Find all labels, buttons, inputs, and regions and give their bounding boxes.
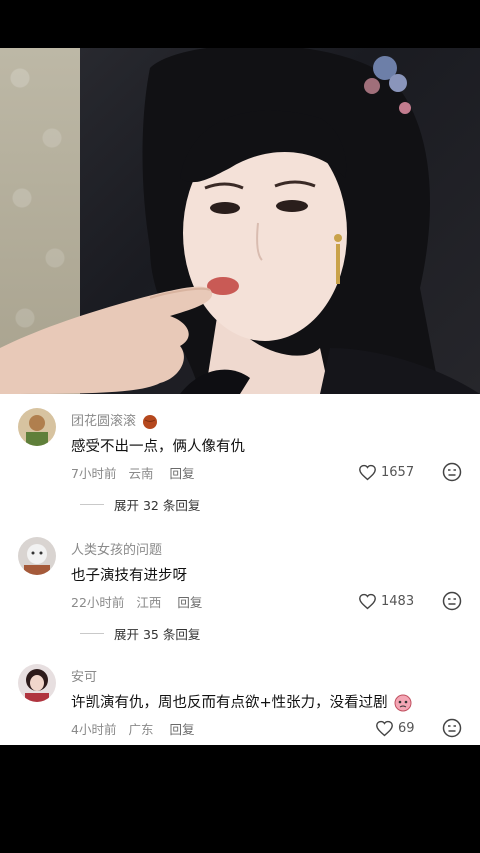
- avatar[interactable]: [18, 664, 56, 702]
- like-button[interactable]: 1483: [358, 592, 414, 610]
- heart-icon: [376, 720, 393, 736]
- like-button[interactable]: 1657: [358, 463, 414, 481]
- like-count: 69: [398, 720, 415, 736]
- expand-replies-button[interactable]: 展开 35 条回复: [80, 624, 200, 643]
- comment-location: 江西: [136, 595, 162, 610]
- heart-icon: [359, 464, 376, 480]
- divider-line: [80, 504, 104, 505]
- like-count: 1657: [381, 464, 415, 480]
- comment-meta: 22小时前 江西 回复: [71, 592, 210, 611]
- comment-username[interactable]: 安可: [71, 666, 97, 685]
- comment-time: 4小时前: [71, 722, 117, 737]
- comment-time: 7小时前: [71, 466, 117, 481]
- comment-location: 广东: [128, 722, 154, 737]
- expand-replies-button[interactable]: 展开 32 条回复: [80, 495, 200, 514]
- comment-text: 感受不出一点，俩人像有仇: [71, 439, 245, 455]
- ball-emoji-icon: [143, 414, 158, 429]
- comment-location: 云南: [128, 466, 154, 481]
- like-count: 1483: [381, 593, 415, 609]
- cry-sticker-icon: [394, 694, 412, 712]
- video-frame[interactable]: [0, 48, 480, 394]
- comment-username[interactable]: 人类女孩的问题: [71, 539, 162, 558]
- dislike-face-icon[interactable]: [442, 718, 462, 738]
- comment-username[interactable]: 团花圆滚滚: [71, 410, 158, 430]
- comment-meta: 7小时前 云南 回复: [71, 463, 202, 482]
- dislike-face-icon[interactable]: [442, 591, 462, 611]
- dislike-face-icon[interactable]: [442, 462, 462, 482]
- avatar[interactable]: [18, 408, 56, 446]
- avatar[interactable]: [18, 537, 56, 575]
- comment-list: 团花圆滚滚 感受不出一点，俩人像有仇 7小时前 云南 回复 1657 展开 32…: [0, 394, 480, 745]
- reply-button[interactable]: 回复: [169, 466, 194, 481]
- comment-text: 也子演技有进步呀: [71, 568, 187, 584]
- comment-time: 22小时前: [71, 595, 125, 610]
- divider-line: [80, 633, 104, 634]
- reply-button[interactable]: 回复: [169, 722, 194, 737]
- comment-meta: 4小时前 广东 回复: [71, 719, 202, 738]
- reply-button[interactable]: 回复: [177, 595, 202, 610]
- heart-icon: [359, 593, 376, 609]
- like-button[interactable]: 69: [375, 719, 415, 737]
- comment-text: 许凯演有仇，周也反而有点欲+性张力，没看过剧: [71, 691, 412, 712]
- actress-figure-image: [0, 48, 480, 394]
